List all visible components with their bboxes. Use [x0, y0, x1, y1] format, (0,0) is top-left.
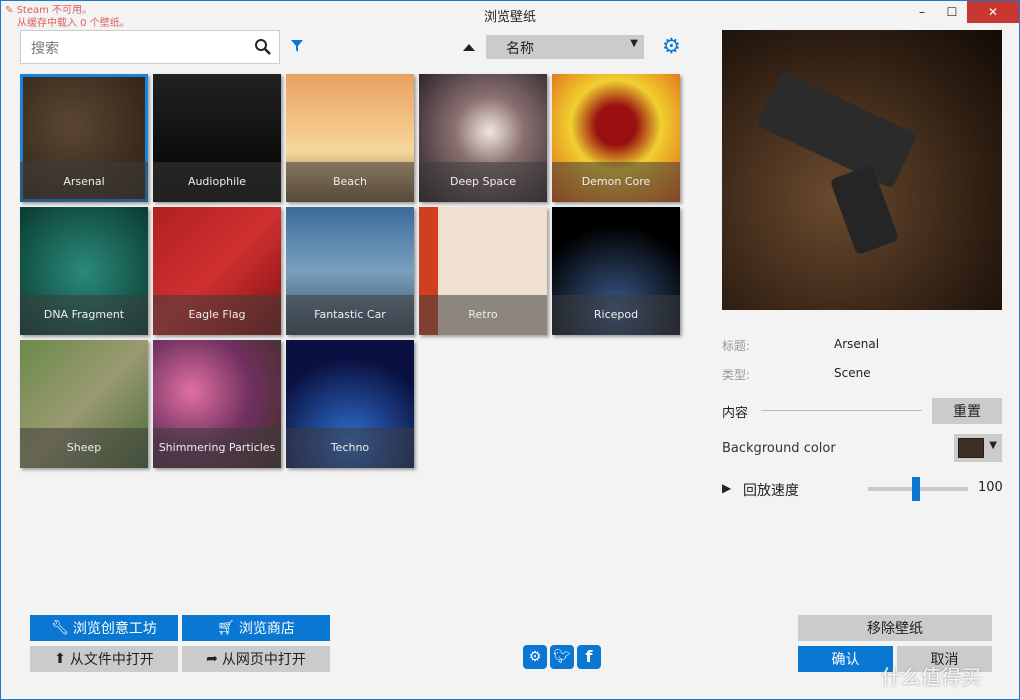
wallpaper-name: Audiophile [153, 162, 281, 202]
open-web-button[interactable]: ➦ 从网页中打开 [182, 646, 330, 672]
open-file-button[interactable]: ⬆ 从文件中打开 [30, 646, 178, 672]
wallpaper-name: Techno [286, 428, 414, 468]
social-links: ⚙ 🐦︎ f [523, 645, 601, 669]
close-button[interactable]: ✕ [967, 1, 1019, 23]
share-arrow-icon: ➦ [206, 651, 218, 667]
wallpaper-name: DNA Fragment [20, 295, 148, 335]
wallpaper-tile[interactable]: Fantastic Car [286, 207, 414, 335]
speed-slider-thumb[interactable] [912, 477, 920, 501]
reset-button[interactable]: 重置 [932, 398, 1002, 424]
wallpaper-preview [722, 30, 1002, 310]
speed-label: 回放速度 [743, 483, 799, 499]
color-swatch [958, 438, 984, 458]
content-label: 内容 [722, 406, 749, 421]
open-file-label: 从文件中打开 [69, 652, 154, 668]
wallpaper-tile[interactable]: Techno [286, 340, 414, 468]
wallpaper-name: Beach [286, 162, 414, 202]
type-label: 类型: [722, 368, 751, 382]
chevron-down-icon: ▼ [989, 440, 997, 451]
wallpaper-name: Eagle Flag [153, 295, 281, 335]
sort-direction-icon[interactable] [462, 42, 476, 52]
wallpaper-tile[interactable]: Retro [419, 207, 547, 335]
status-line-1: Steam 不可用。 [16, 5, 93, 16]
sort-dropdown[interactable]: 名称 ▼ [486, 35, 644, 59]
cart-icon: 🛒︎ [217, 620, 235, 636]
wallpaper-name: Deep Space [419, 162, 547, 202]
browse-store-button[interactable]: 🛒︎ 浏览商店 [182, 615, 330, 641]
wallpaper-name: Arsenal [20, 162, 148, 202]
maximize-button[interactable]: ☐ [937, 1, 967, 23]
wallpaper-tile[interactable]: Shimmering Particles [153, 340, 281, 468]
facebook-icon[interactable]: f [577, 645, 601, 669]
search-icon[interactable] [254, 38, 272, 56]
wallpaper-name: Ricepod [552, 295, 680, 335]
title-label: 标题: [722, 339, 751, 353]
bg-color-label: Background color [722, 441, 836, 456]
divider [761, 410, 922, 411]
filter-icon[interactable] [290, 39, 304, 53]
wallpaper-name: Shimmering Particles [153, 428, 281, 468]
open-web-label: 从网页中打开 [221, 652, 306, 668]
bg-color-picker[interactable]: ▼ [954, 434, 1002, 462]
steam-icon: ✎ [5, 5, 14, 16]
wrench-icon: 🔧︎ [51, 620, 69, 636]
type-value: Scene [834, 366, 871, 380]
speed-value: 100 [978, 480, 1003, 495]
watermark: 什么值得买 [881, 665, 981, 689]
wallpaper-tile[interactable]: Deep Space [419, 74, 547, 202]
wallpaper-name: Sheep [20, 428, 148, 468]
minimize-button[interactable]: – [907, 1, 937, 23]
status-line-2: 从缓存中载入 0 个壁纸。 [17, 18, 130, 29]
wallpaper-name: Retro [419, 295, 547, 335]
wallpaper-name: Fantastic Car [286, 295, 414, 335]
chevron-down-icon: ▼ [630, 38, 638, 49]
gear-icon[interactable]: ⚙ [662, 34, 681, 58]
wallpaper-tile[interactable]: Arsenal [20, 74, 148, 202]
twitter-icon[interactable]: 🐦︎ [550, 645, 574, 669]
status-message: ✎ Steam 不可用。 从缓存中载入 0 个壁纸。 [5, 4, 130, 30]
window-title: 浏览壁纸 [483, 10, 536, 25]
upload-icon: ⬆ [54, 651, 66, 667]
wallpaper-tile[interactable]: Sheep [20, 340, 148, 468]
wallpaper-tile[interactable]: Demon Core [552, 74, 680, 202]
browse-workshop-button[interactable]: 🔧︎ 浏览创意工坊 [30, 615, 178, 641]
ok-button[interactable]: 确认 [798, 646, 893, 672]
wallpaper-tile[interactable]: Audiophile [153, 74, 281, 202]
expand-arrow-icon[interactable]: ▶ [722, 481, 731, 495]
wallpaper-tile[interactable]: Ricepod [552, 207, 680, 335]
wallpaper-tile[interactable]: Eagle Flag [153, 207, 281, 335]
wallpaper-tile[interactable]: Beach [286, 74, 414, 202]
store-label: 浏览商店 [238, 621, 295, 637]
steam-icon[interactable]: ⚙ [523, 645, 547, 669]
wallpaper-name: Demon Core [552, 162, 680, 202]
title-value: Arsenal [834, 337, 880, 351]
workshop-label: 浏览创意工坊 [72, 621, 157, 637]
remove-wallpaper-button[interactable]: 移除壁纸 [798, 615, 992, 641]
wallpaper-tile[interactable]: DNA Fragment [20, 207, 148, 335]
search-input[interactable]: 搜索 [20, 30, 280, 64]
sort-selected: 名称 [506, 41, 534, 57]
